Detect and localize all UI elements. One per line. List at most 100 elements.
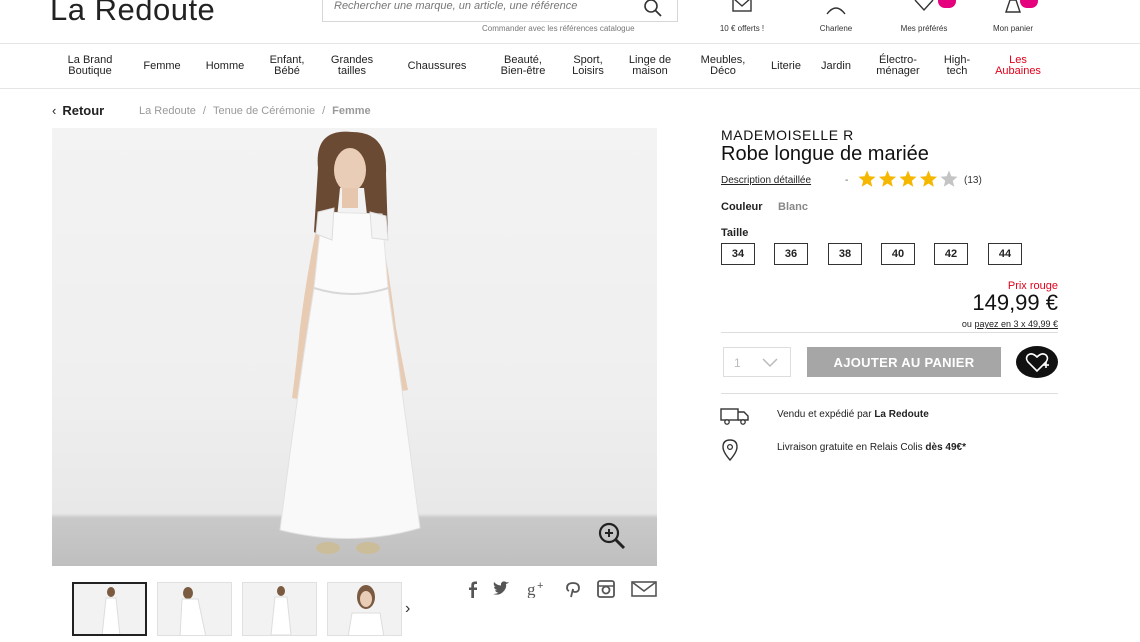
nav-item-femme[interactable]: Femme bbox=[143, 61, 180, 72]
breadcrumb-item[interactable]: La Redoute bbox=[139, 105, 196, 117]
account-link[interactable]: Charlene bbox=[806, 0, 866, 44]
installment-info: ou payez en 3 x 49,99 € bbox=[962, 319, 1058, 329]
svg-text:+: + bbox=[537, 580, 543, 592]
separator: - bbox=[845, 175, 849, 186]
main-nav: La Brand Boutique Femme Homme Enfant, Bébé… bbox=[0, 45, 1140, 89]
product-brand[interactable]: MADEMOISELLE R bbox=[721, 127, 854, 143]
account-label: Charlene bbox=[819, 24, 853, 33]
star-filled-icon bbox=[878, 170, 897, 187]
product-main-image[interactable] bbox=[52, 128, 657, 566]
nav-item-jardin[interactable]: Jardin bbox=[821, 61, 851, 72]
delivery-info: Livraison gratuite en Relais Colis dès 4… bbox=[777, 442, 966, 453]
seller-prefix: Vendu et expédié par bbox=[777, 409, 872, 420]
nav-item-grandes-tailles[interactable]: Grandes tailles bbox=[331, 55, 373, 77]
search-input[interactable]: Rechercher une marque, un article, une r… bbox=[322, 0, 678, 22]
nav-item-beaute[interactable]: Beauté, Bien-être bbox=[501, 55, 546, 77]
rating-stars[interactable] bbox=[857, 170, 959, 188]
thumbnail-image bbox=[179, 587, 207, 635]
cart-label: Mon panier bbox=[992, 24, 1034, 33]
description-link[interactable]: Description détaillée bbox=[721, 175, 811, 186]
thumbnail-image bbox=[270, 586, 292, 635]
add-to-favorites-button[interactable] bbox=[1016, 345, 1058, 379]
installment-prefix: ou bbox=[961, 319, 972, 329]
account-icon bbox=[826, 7, 846, 15]
nav-item-meubles-deco[interactable]: Meubles, Déco bbox=[701, 55, 746, 77]
nav-item-chaussures[interactable]: Chaussures bbox=[408, 61, 467, 72]
back-link[interactable]: ‹ Retour bbox=[52, 103, 104, 118]
star-filled-icon bbox=[919, 170, 938, 187]
star-filled-icon bbox=[899, 170, 917, 187]
chevron-down-icon bbox=[762, 358, 778, 368]
size-option[interactable]: 34 bbox=[721, 243, 755, 265]
nav-item-la-brand-boutique[interactable]: La Brand Boutique bbox=[68, 55, 113, 77]
size-option[interactable]: 40 bbox=[881, 243, 915, 265]
add-to-cart-button[interactable]: AJOUTER AU PANIER bbox=[807, 347, 1001, 377]
envelope-icon bbox=[732, 0, 752, 12]
search-icon[interactable] bbox=[643, 0, 663, 18]
breadcrumb-item[interactable]: Tenue de Cérémonie bbox=[213, 105, 315, 117]
twitter-icon[interactable] bbox=[492, 580, 512, 598]
size-option[interactable]: 38 bbox=[828, 243, 862, 265]
search-placeholder: Rechercher une marque, un article, une r… bbox=[334, 0, 578, 12]
thumbnail-1[interactable] bbox=[72, 582, 147, 636]
size-option[interactable]: 36 bbox=[774, 243, 808, 265]
email-icon[interactable] bbox=[631, 580, 657, 598]
offer-link[interactable]: 10 € offerts ! bbox=[710, 0, 774, 44]
nav-item-les-aubaines[interactable]: Les Aubaines bbox=[995, 55, 1041, 77]
thumbnails-next-button[interactable]: › bbox=[405, 600, 410, 618]
pinterest-icon[interactable] bbox=[563, 580, 583, 598]
cart-link[interactable]: Mon panier bbox=[982, 0, 1044, 44]
nav-item-literie[interactable]: Literie bbox=[771, 61, 801, 72]
breadcrumb-separator: / bbox=[322, 105, 326, 117]
size-label: Taille bbox=[721, 227, 749, 239]
product-title: Robe longue de mariée bbox=[721, 143, 929, 165]
breadcrumb-separator: / bbox=[202, 105, 206, 117]
heart-icon bbox=[914, 0, 934, 12]
location-pin-icon bbox=[722, 439, 738, 461]
zoom-icon[interactable] bbox=[596, 520, 628, 552]
thumbnail-3[interactable] bbox=[242, 582, 317, 636]
star-filled-icon bbox=[858, 170, 876, 187]
thumbnail-image bbox=[101, 587, 121, 634]
divider bbox=[721, 332, 1058, 333]
nav-item-linge-de-maison[interactable]: Linge de maison bbox=[629, 55, 671, 77]
instagram-icon[interactable] bbox=[596, 580, 616, 598]
logo[interactable]: La Redoute bbox=[50, 0, 215, 28]
catalog-order-link[interactable]: Commander avec les références catalogue bbox=[482, 24, 635, 33]
rating-count[interactable]: (13) bbox=[964, 175, 982, 186]
size-option[interactable]: 44 bbox=[988, 243, 1022, 265]
favorites-label: Mes préférés bbox=[900, 24, 948, 33]
nav-item-electromenager[interactable]: Électro-ménager bbox=[876, 55, 919, 77]
back-label: Retour bbox=[62, 103, 105, 118]
top-header: La Redoute Rechercher une marque, un art… bbox=[0, 0, 1140, 44]
favorites-badge bbox=[938, 0, 956, 8]
nav-item-enfant-bebe[interactable]: Enfant, Bébé bbox=[270, 55, 305, 77]
divider bbox=[721, 393, 1058, 394]
svg-text:g: g bbox=[527, 580, 536, 598]
google-plus-icon[interactable]: g + bbox=[527, 580, 551, 598]
delivery-threshold: dès 49€* bbox=[925, 442, 966, 453]
star-empty-icon bbox=[940, 170, 958, 187]
nav-item-homme[interactable]: Homme bbox=[206, 61, 245, 72]
quantity-select[interactable]: 1 bbox=[723, 347, 791, 377]
thumbnail-4[interactable] bbox=[327, 582, 402, 636]
thumbnail-2[interactable] bbox=[157, 582, 232, 636]
seller-info: Vendu et expédié par La Redoute bbox=[777, 409, 929, 420]
facebook-icon[interactable] bbox=[463, 580, 483, 598]
color-value: Blanc bbox=[778, 201, 808, 213]
nav-item-sport[interactable]: Sport, Loisirs bbox=[572, 55, 604, 77]
installment-link[interactable]: payez en 3 x 49,99 € bbox=[974, 319, 1058, 329]
color-label: Couleur bbox=[721, 201, 763, 213]
cart-badge bbox=[1020, 0, 1038, 8]
chevron-left-icon: ‹ bbox=[52, 103, 57, 118]
seller-name: La Redoute bbox=[874, 409, 929, 420]
size-option[interactable]: 42 bbox=[934, 243, 968, 265]
breadcrumb: La Redoute / Tenue de Cérémonie / Femme bbox=[139, 105, 371, 117]
thumbnail-image bbox=[347, 585, 385, 635]
quantity-value: 1 bbox=[734, 356, 741, 370]
breadcrumb-current: Femme bbox=[332, 105, 371, 117]
offer-label: 10 € offerts ! bbox=[719, 24, 765, 33]
favorites-link[interactable]: Mes préférés bbox=[888, 0, 960, 44]
nav-item-high-tech[interactable]: High-tech bbox=[944, 55, 970, 77]
delivery-prefix: Livraison gratuite en Relais Colis bbox=[777, 442, 923, 453]
